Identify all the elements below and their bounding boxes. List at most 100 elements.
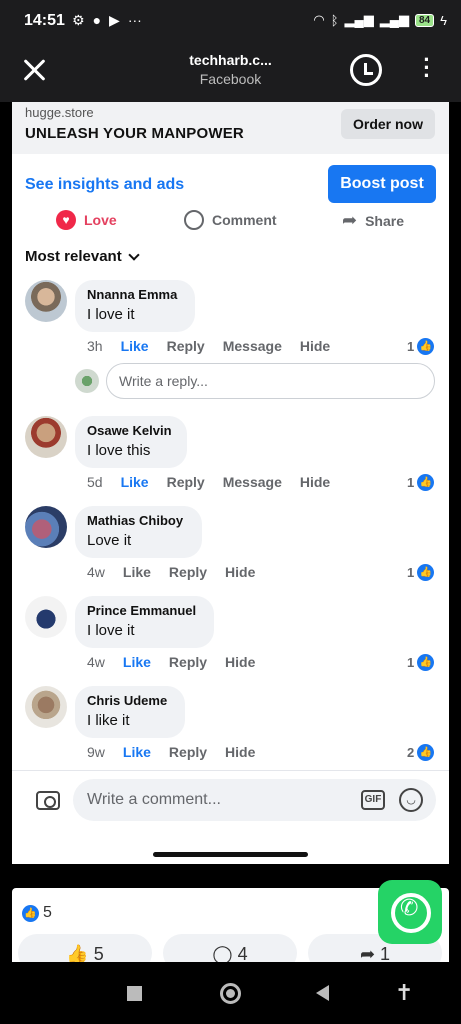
whatsapp-icon[interactable] bbox=[378, 880, 442, 944]
comment-item: Nnanna Emma I love it 3h Like Reply Mess… bbox=[12, 280, 449, 370]
home-indicator[interactable] bbox=[153, 852, 308, 857]
back-icon[interactable] bbox=[316, 985, 329, 1001]
avatar[interactable] bbox=[25, 686, 67, 728]
comment-actions: 5d Like Reply Message Hide bbox=[87, 474, 330, 490]
ad-banner[interactable]: hugge.store UNLEASH YOUR MANPOWER Order … bbox=[12, 102, 449, 154]
thumbs-up-icon: 👍 bbox=[22, 904, 39, 922]
commenter-name[interactable]: Osawe Kelvin bbox=[87, 423, 173, 438]
comment-text: I love it bbox=[87, 306, 135, 323]
page-title: techharb.c... bbox=[189, 52, 272, 68]
reply-link[interactable]: Reply bbox=[167, 474, 205, 490]
reply-link[interactable]: Reply bbox=[169, 744, 207, 760]
my-avatar bbox=[75, 369, 99, 393]
reaction-summary[interactable]: 👍 5 bbox=[22, 904, 52, 922]
post-actions: ♥ Love Comment ➦ Share bbox=[12, 210, 449, 236]
commenter-name[interactable]: Mathias Chiboy bbox=[87, 513, 188, 528]
comment-button[interactable]: Comment bbox=[184, 210, 277, 230]
hide-link[interactable]: Hide bbox=[300, 338, 330, 354]
comment-time: 9w bbox=[87, 744, 105, 760]
boost-post-button[interactable]: Boost post bbox=[328, 165, 436, 203]
love-label: Love bbox=[84, 212, 117, 228]
thumbs-up-outline-icon: 👍 bbox=[66, 944, 89, 964]
browser-header: techharb.c... Facebook · · · bbox=[0, 44, 461, 102]
share-label: Share bbox=[365, 212, 405, 229]
like-link[interactable]: Like bbox=[123, 564, 151, 580]
comment-bubble: Osawe Kelvin I love this bbox=[75, 416, 187, 468]
commenter-name[interactable]: Chris Udeme bbox=[87, 693, 171, 708]
comment-likes[interactable]: 1 👍 bbox=[407, 564, 435, 581]
thumbs-up-icon: 👍 bbox=[417, 338, 435, 355]
hide-link[interactable]: Hide bbox=[225, 744, 255, 760]
comment-actions: 4w Like Reply Hide bbox=[87, 654, 255, 670]
comment-actions: 4w Like Reply Hide bbox=[87, 564, 255, 580]
comment-likes[interactable]: 1 👍 bbox=[407, 338, 435, 355]
like-link[interactable]: Like bbox=[121, 338, 149, 354]
commenter-name[interactable]: Nnanna Emma bbox=[87, 287, 181, 302]
accessibility-icon[interactable]: ✝ bbox=[395, 980, 413, 1006]
more-options-icon[interactable]: · · · bbox=[420, 49, 434, 87]
comment-bubble: Chris Udeme I like it bbox=[75, 686, 185, 738]
history-icon[interactable] bbox=[350, 54, 382, 86]
insights-link[interactable]: See insights and ads bbox=[25, 176, 184, 194]
signal-icon: ▂▄▆ bbox=[344, 12, 374, 27]
post-sheet: hugge.store UNLEASH YOUR MANPOWER Order … bbox=[12, 102, 449, 864]
commenter-name[interactable]: Prince Emmanuel bbox=[87, 603, 200, 618]
share-button[interactable]: ➦ Share bbox=[342, 210, 404, 231]
gif-icon[interactable]: GIF bbox=[361, 790, 385, 810]
comment-text: I like it bbox=[87, 712, 130, 729]
camera-icon[interactable] bbox=[36, 791, 60, 810]
like-count: 1 bbox=[407, 475, 415, 490]
comment-outline-icon: ◯ bbox=[212, 944, 233, 964]
reply-row: Write a reply... bbox=[12, 361, 449, 401]
like-link[interactable]: Like bbox=[123, 744, 151, 760]
avatar[interactable] bbox=[25, 596, 67, 638]
bluetooth-icon: ᛒ bbox=[330, 12, 339, 28]
reply-input[interactable]: Write a reply... bbox=[106, 363, 435, 399]
comment-composer: Write a comment... GIF ◡ bbox=[12, 770, 449, 830]
home-icon[interactable] bbox=[220, 983, 241, 1004]
status-right-icons: ◠ ᛒ ▂▄▆ ▂▄▆ 84 ϟ bbox=[313, 12, 447, 28]
settings-icon: ⚙ bbox=[72, 12, 85, 28]
reply-link[interactable]: Reply bbox=[169, 654, 207, 670]
like-link[interactable]: Like bbox=[121, 474, 149, 490]
sort-label: Most relevant bbox=[25, 248, 122, 265]
recent-apps-icon[interactable] bbox=[127, 986, 142, 1001]
thumbs-up-icon: 👍 bbox=[417, 564, 435, 581]
hide-link[interactable]: Hide bbox=[225, 654, 255, 670]
comment-item: Osawe Kelvin I love this 5d Like Reply M… bbox=[12, 416, 449, 506]
hide-link[interactable]: Hide bbox=[225, 564, 255, 580]
comment-item: Mathias Chiboy Love it 4w Like Reply Hid… bbox=[12, 506, 449, 596]
ad-domain: hugge.store bbox=[25, 105, 94, 120]
hide-link[interactable]: Hide bbox=[300, 474, 330, 490]
like-count: 1 bbox=[407, 655, 415, 670]
reply-link[interactable]: Reply bbox=[167, 338, 205, 354]
comment-icon bbox=[184, 210, 204, 230]
comment-bubble: Mathias Chiboy Love it bbox=[75, 506, 202, 558]
thumbs-up-icon: 👍 bbox=[417, 474, 435, 491]
like-link[interactable]: Like bbox=[123, 654, 151, 670]
love-button[interactable]: ♥ Love bbox=[56, 210, 117, 230]
chevron-down-icon bbox=[128, 248, 140, 261]
like-pill-count: 5 bbox=[93, 944, 104, 964]
comment-likes[interactable]: 1 👍 bbox=[407, 474, 435, 491]
comment-time: 5d bbox=[87, 474, 103, 490]
emoji-icon[interactable]: ◡ bbox=[399, 788, 423, 812]
like-count: 1 bbox=[407, 339, 415, 354]
comment-label: Comment bbox=[212, 212, 277, 228]
thumbs-up-icon: 👍 bbox=[417, 654, 435, 671]
comment-actions: 9w Like Reply Hide bbox=[87, 744, 255, 760]
comment-pill-count: 4 bbox=[237, 944, 248, 964]
comment-likes[interactable]: 1 👍 bbox=[407, 654, 435, 671]
order-now-button[interactable]: Order now bbox=[341, 109, 435, 139]
message-link[interactable]: Message bbox=[223, 474, 282, 490]
message-link[interactable]: Message bbox=[223, 338, 282, 354]
comment-text: Love it bbox=[87, 532, 132, 549]
reply-link[interactable]: Reply bbox=[169, 564, 207, 580]
comment-time: 4w bbox=[87, 654, 105, 670]
avatar[interactable] bbox=[25, 280, 67, 322]
comment-likes[interactable]: 2 👍 bbox=[407, 744, 435, 761]
avatar[interactable] bbox=[25, 416, 67, 458]
comment-text: I love it bbox=[87, 622, 135, 639]
sort-dropdown[interactable]: Most relevant bbox=[25, 248, 140, 265]
avatar[interactable] bbox=[25, 506, 67, 548]
